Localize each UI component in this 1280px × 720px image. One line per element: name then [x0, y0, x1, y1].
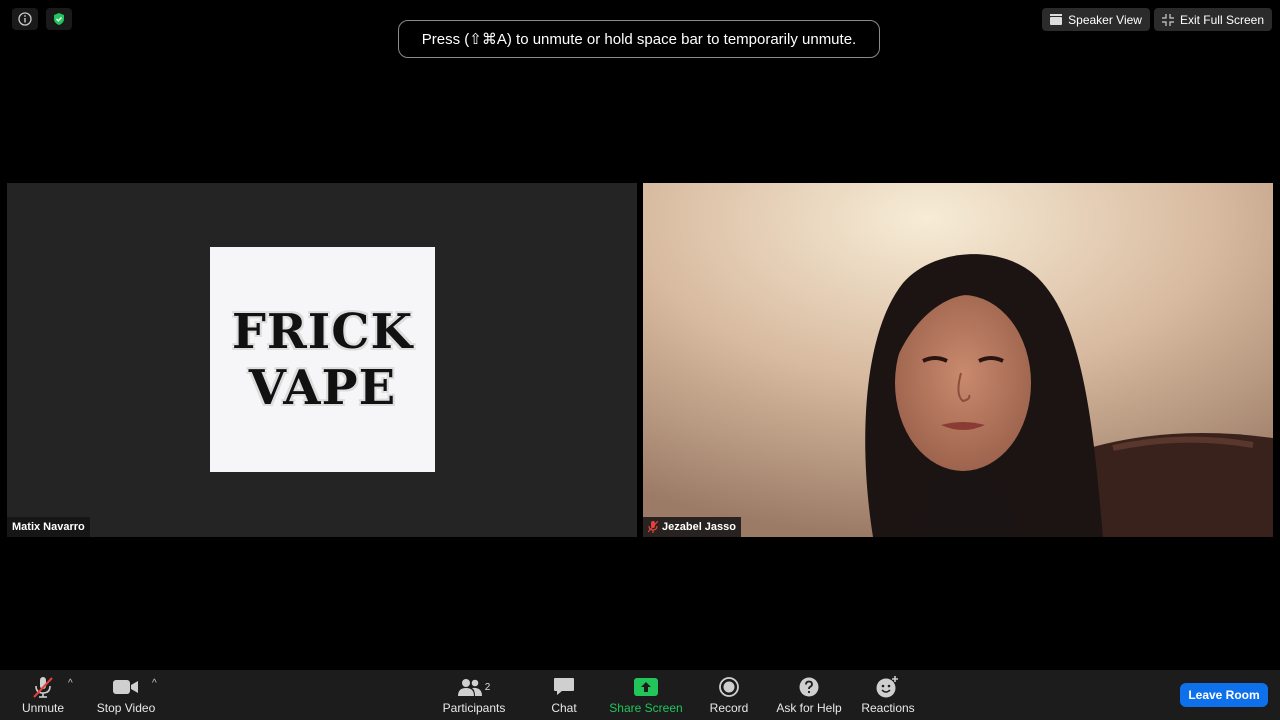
record-label: Record: [709, 701, 749, 715]
participants-icon-wrap: 2: [457, 675, 491, 699]
share-screen-button[interactable]: Share Screen: [608, 670, 684, 720]
top-left-status: [12, 8, 72, 30]
participants-button[interactable]: 2 Participants: [442, 670, 506, 720]
video-camera-icon: [113, 675, 139, 699]
profile-picture-text-line1: FRICK: [231, 303, 414, 360]
muted-microphone-icon: [31, 675, 55, 699]
question-mark-icon: [799, 675, 819, 699]
participant-video-feed: [643, 183, 1273, 537]
participant-name-tag: Jezabel Jasso: [643, 517, 741, 537]
profile-picture-text-line2: VAPE: [248, 359, 397, 416]
speaker-view-button[interactable]: Speaker View: [1042, 8, 1150, 31]
ask-for-help-label: Ask for Help: [776, 701, 842, 715]
grid-view-icon: [1050, 14, 1063, 25]
info-icon[interactable]: [12, 8, 38, 30]
unmute-hint-text: Press (⇧⌘A) to unmute or hold space bar …: [421, 31, 857, 48]
participant-name: Jezabel Jasso: [662, 521, 736, 533]
chat-bubble-icon: [553, 675, 575, 699]
stop-video-label: Stop Video: [96, 701, 156, 715]
video-tile-matix-navarro[interactable]: FRICK VAPE Matix Navarro: [7, 183, 637, 537]
share-screen-arrow-icon: [634, 675, 658, 699]
video-options-chevron-up-icon[interactable]: ^: [152, 678, 157, 689]
leave-room-button[interactable]: Leave Room: [1180, 683, 1268, 707]
ask-for-help-button[interactable]: Ask for Help: [774, 670, 844, 720]
participant-name: Matix Navarro: [12, 521, 85, 533]
unmute-hint-banner: Press (⇧⌘A) to unmute or hold space bar …: [398, 20, 880, 58]
participants-label: Participants: [442, 701, 506, 715]
smiley-plus-icon: [876, 675, 900, 699]
record-icon: [719, 675, 739, 699]
meeting-toolbar: Unmute ^ Stop Video ^ 2 Participants Cha…: [0, 670, 1280, 720]
share-screen-label: Share Screen: [609, 701, 683, 715]
exit-full-screen-icon: [1161, 13, 1174, 26]
participants-icon: [457, 679, 482, 696]
zoom-meeting-window: Press (⇧⌘A) to unmute or hold space bar …: [0, 0, 1280, 720]
exit-full-screen-button[interactable]: Exit Full Screen: [1153, 8, 1272, 31]
participants-count: 2: [484, 681, 491, 693]
chat-label: Chat: [551, 701, 577, 715]
view-controls: Speaker View Exit Full Screen: [1042, 8, 1272, 31]
exit-full-screen-label: Exit Full Screen: [1179, 12, 1264, 27]
video-tile-jezabel-jasso[interactable]: Jezabel Jasso: [643, 183, 1273, 537]
muted-mic-icon: [648, 521, 658, 533]
reactions-label: Reactions: [861, 701, 915, 715]
encryption-shield-icon[interactable]: [46, 8, 72, 30]
unmute-button[interactable]: Unmute: [20, 670, 66, 720]
reactions-button[interactable]: Reactions: [860, 670, 916, 720]
profile-picture: FRICK VAPE: [210, 247, 435, 472]
participant-name-tag: Matix Navarro: [7, 517, 90, 537]
unmute-label: Unmute: [21, 701, 65, 715]
record-button[interactable]: Record: [708, 670, 750, 720]
speaker-view-label: Speaker View: [1068, 12, 1142, 27]
audio-options-chevron-up-icon[interactable]: ^: [68, 678, 73, 689]
stop-video-button[interactable]: Stop Video: [96, 670, 156, 720]
chat-button[interactable]: Chat: [546, 670, 582, 720]
